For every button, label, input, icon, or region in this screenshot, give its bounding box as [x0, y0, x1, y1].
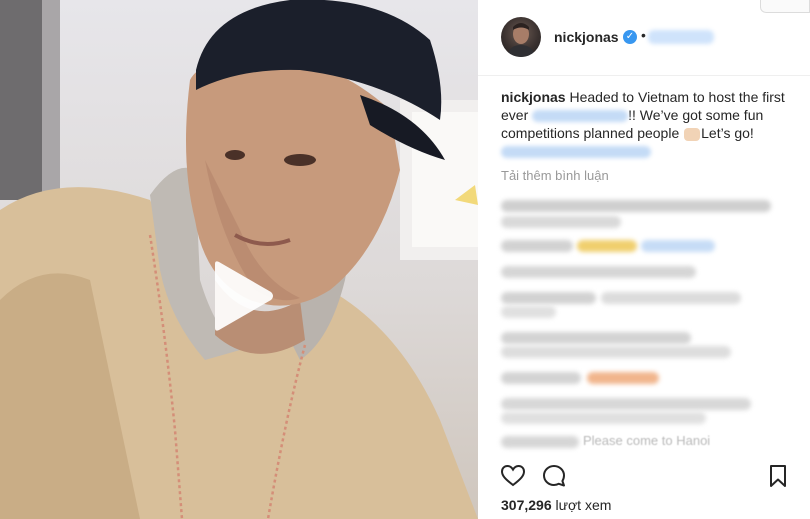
post-side-panel: nickjonas ✓ • nickjonas Headed to Vietna… [478, 0, 810, 519]
post-header: nickjonas ✓ • [478, 0, 810, 76]
view-count: 307,296 lượt xem [501, 497, 611, 513]
last-comment-text: Please come to Hanoi [583, 433, 711, 448]
view-count-number: 307,296 [501, 497, 552, 513]
follow-button[interactable] [648, 30, 714, 44]
verified-badge-icon: ✓ [623, 30, 637, 44]
like-button[interactable] [500, 463, 526, 489]
separator-dot: • [641, 27, 646, 43]
comment-item [501, 340, 791, 362]
caption-text-suffix: Let’s go! [701, 125, 754, 141]
raised-hands-icon [684, 127, 701, 141]
comment-item [501, 260, 791, 282]
options-tab[interactable] [760, 0, 810, 13]
avatar-photo [507, 23, 535, 57]
post-username[interactable]: nickjonas [554, 29, 619, 45]
post-video[interactable] [0, 0, 478, 519]
comments-list: Please come to Hanoi [501, 190, 791, 456]
comment-item [501, 210, 791, 232]
avatar[interactable] [501, 17, 541, 57]
caption-username[interactable]: nickjonas [501, 89, 566, 105]
play-button[interactable] [205, 260, 277, 332]
view-count-label: lượt xem [555, 497, 612, 513]
comment-item: Please come to Hanoi [501, 430, 791, 452]
play-icon [215, 261, 273, 331]
load-more-comments[interactable]: Tải thêm bình luận [501, 168, 609, 183]
comment-item [501, 366, 791, 388]
post-caption: nickjonas Headed to Vietnam to host the … [501, 88, 791, 160]
comment-bubble-icon [543, 465, 565, 487]
caption-blurred-hashtags[interactable] [501, 146, 651, 159]
comment-item [501, 406, 791, 428]
save-button[interactable] [765, 463, 791, 489]
comment-item [501, 234, 791, 256]
comment-item [501, 300, 791, 322]
caption-blurred-link[interactable] [532, 110, 629, 123]
heart-icon [500, 464, 526, 487]
post-actions [478, 460, 810, 490]
bookmark-icon [770, 465, 786, 487]
comment-button[interactable] [541, 463, 567, 489]
